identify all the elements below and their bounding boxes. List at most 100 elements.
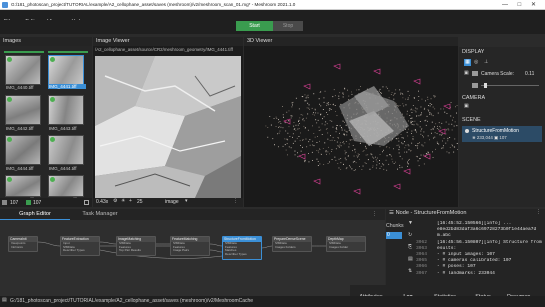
thumbnail[interactable]	[5, 55, 41, 85]
chunk-item[interactable]: 0	[386, 232, 402, 239]
camera-scale-value[interactable]: 0.11	[525, 71, 534, 77]
thumbnail[interactable]	[5, 135, 41, 165]
grid-icon[interactable]: ▦	[464, 59, 471, 66]
graph-canvas[interactable]: CameraInit Viewpoints Intrinsics Feature…	[0, 220, 385, 296]
point-cloud-point	[419, 142, 420, 143]
camera-icon	[472, 71, 478, 76]
point-cloud-point	[421, 128, 423, 130]
more-icon[interactable]: ⋮	[233, 198, 238, 205]
refresh-icon[interactable]: ↻	[408, 232, 412, 239]
log-view[interactable]: 3062 3063 3064 3065 3066 3067 [16:45:52.…	[416, 221, 544, 281]
menu-bar: File Edit View Help	[0, 10, 545, 25]
sun-icon[interactable]: ☀	[121, 198, 125, 205]
point-cloud-point	[350, 139, 351, 141]
point-cloud-point	[308, 107, 310, 109]
thumbnail[interactable]	[48, 175, 84, 197]
point-cloud-point	[305, 97, 307, 99]
minimize-icon[interactable]: —	[502, 2, 508, 8]
thumbnail[interactable]	[5, 95, 41, 125]
window-controls[interactable]: — □ ✕	[498, 0, 545, 10]
image-display[interactable]	[95, 56, 241, 198]
point-cloud-point	[424, 120, 426, 122]
document-icon[interactable]: ▤	[408, 256, 413, 263]
folder-icon[interactable]: ▤	[2, 297, 7, 304]
point-cloud-point	[323, 116, 325, 118]
point-cloud-point	[434, 96, 436, 98]
graph-node[interactable]: DepthMap SfMData Images Folder	[326, 236, 366, 252]
start-button[interactable]: Start	[236, 21, 273, 31]
plus-icon[interactable]: +	[129, 198, 132, 205]
point-cloud-point	[399, 164, 401, 166]
point-cloud-point	[326, 153, 327, 155]
point-cloud-point	[305, 117, 307, 119]
node-port[interactable]: Describer Types	[223, 253, 261, 257]
point-cloud-point	[344, 157, 346, 159]
more-icon[interactable]: ⋮	[372, 211, 377, 218]
tab-graph-editor[interactable]: Graph Editor	[0, 209, 70, 220]
node-port[interactable]: Image Pairs	[171, 249, 209, 253]
graph-node[interactable]: FeatureMatching SfMData Features Image P…	[170, 236, 210, 256]
more-icon[interactable]: ⋮	[536, 209, 541, 216]
scale-slider[interactable]	[481, 85, 539, 86]
point-cloud-point	[375, 156, 376, 158]
point-cloud-point	[393, 163, 395, 164]
thumbnail[interactable]	[48, 95, 84, 125]
point-cloud-point	[429, 112, 431, 113]
graph-node[interactable]: ImageMatching SfMData Features Top Pair …	[116, 236, 156, 256]
settings-icon[interactable]: ⚙	[113, 198, 117, 205]
point-cloud-point	[408, 163, 409, 165]
camera-icon[interactable]	[26, 200, 31, 205]
sort-icon[interactable]: ⇅	[408, 268, 412, 275]
point-cloud-point	[409, 115, 411, 116]
point-cloud-point	[325, 151, 327, 153]
tab-task-manager[interactable]: Task Manager	[70, 209, 130, 220]
image-select[interactable]: image	[165, 199, 179, 205]
grid-icon[interactable]	[2, 200, 7, 205]
copy-icon[interactable]: ⎘	[408, 244, 412, 251]
node-port[interactable]: Top Pair Results	[117, 249, 155, 253]
slider-handle[interactable]	[484, 83, 487, 88]
node-tabs: AttributesLogStatisticsStatusDocumen...	[350, 285, 545, 303]
graph-node[interactable]: CameraInit Viewpoints Intrinsics	[8, 236, 38, 252]
maximize-icon[interactable]: □	[518, 2, 522, 8]
point-cloud-point	[412, 109, 414, 111]
node-port[interactable]: Describer Types	[61, 249, 99, 253]
point-cloud-point	[348, 155, 349, 156]
point-cloud-point	[324, 142, 326, 144]
node-port[interactable]: Intrinsics	[9, 246, 37, 250]
visibility-icon[interactable]	[465, 129, 469, 133]
camera-icon[interactable]: ▣	[464, 103, 469, 110]
graph-node[interactable]: PrepareDenseScene SfMData Images Folders	[272, 236, 312, 252]
point-cloud-point	[316, 150, 318, 151]
point-cloud-point	[456, 125, 458, 127]
graph-node-selected[interactable]: StructureFromMotion SfMData Features Mat…	[222, 236, 262, 260]
locator-icon[interactable]	[472, 83, 478, 88]
scene-item[interactable]: StructureFromMotion ⋇ 233,044 ▣ 107	[462, 126, 542, 142]
thumbnail-selected[interactable]	[48, 55, 84, 85]
settings-icon[interactable]	[84, 200, 89, 205]
point-cloud-point	[308, 104, 310, 106]
thumbnail[interactable]	[5, 175, 41, 197]
point-cloud-point	[290, 117, 292, 119]
point-cloud-canvas[interactable]	[244, 46, 458, 207]
node-port[interactable]: Images Folders	[273, 246, 311, 250]
node-port[interactable]: Images Folder	[327, 246, 365, 250]
point-cloud-point	[318, 152, 320, 154]
pin-icon[interactable]: ▼	[408, 220, 413, 227]
close-icon[interactable]: ✕	[531, 2, 536, 8]
target-icon[interactable]: ◎	[474, 59, 478, 66]
point-cloud-point	[312, 113, 314, 115]
point-cloud-point	[302, 114, 304, 116]
thumbnail[interactable]	[48, 135, 84, 165]
check-icon	[50, 137, 55, 142]
chevron-down-icon[interactable]: ▾	[185, 198, 188, 205]
graph-node[interactable]: FeatureExtraction Input SfMData Describe…	[60, 236, 100, 256]
stop-button[interactable]: Stop	[273, 21, 303, 31]
point-cloud-point	[420, 133, 422, 135]
point-cloud-point	[402, 143, 404, 145]
camera-visibility-icon[interactable]: ▣	[464, 70, 469, 77]
point-cloud-point	[388, 90, 390, 92]
point-cloud-point	[307, 113, 309, 115]
point-cloud-point	[304, 161, 306, 163]
axis-icon[interactable]: ⊥	[484, 59, 488, 66]
